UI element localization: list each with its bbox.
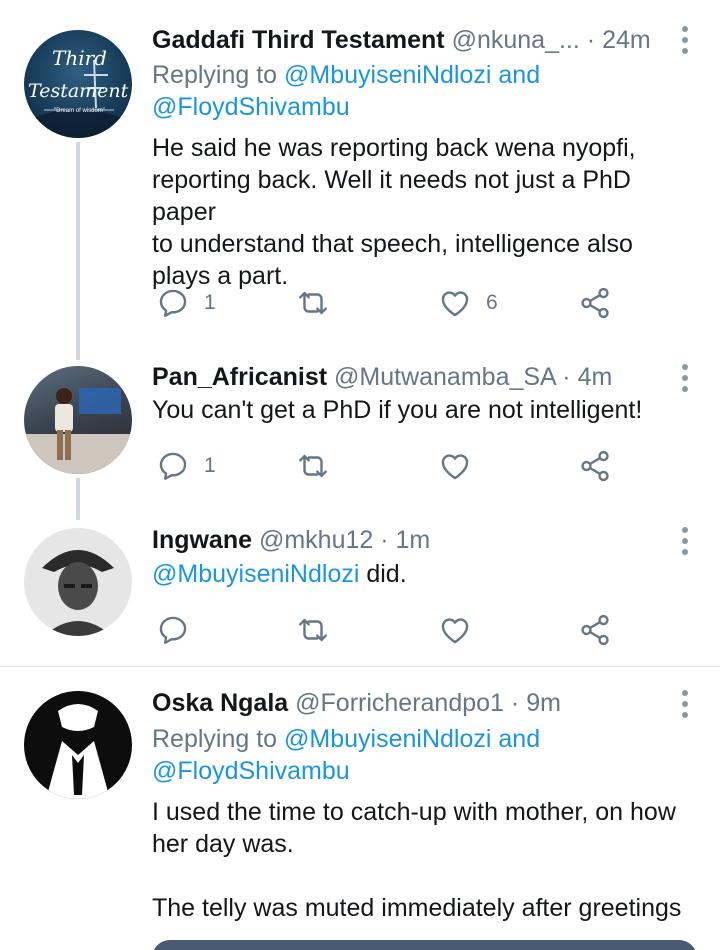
reply-button[interactable] <box>156 610 190 650</box>
like-icon <box>441 618 469 644</box>
replying-to: Replying to @MbuyiseniNdlozi and @FloydS… <box>152 59 540 123</box>
replying-to: Replying to @MbuyiseniNdlozi and @FloydS… <box>152 723 540 787</box>
more-options-icon[interactable] <box>680 26 690 59</box>
share-button[interactable] <box>578 610 612 650</box>
tweet-text-line: You can't get a PhD if you are not intel… <box>152 396 643 424</box>
display-name[interactable]: Gaddafi Third Testament <box>152 26 445 54</box>
timestamp[interactable]: · 24m <box>587 26 651 54</box>
tweet-text: I used the time to catch-up with mother,… <box>152 796 697 924</box>
display-name[interactable]: Ingwane <box>152 526 252 554</box>
reply-button[interactable]: 1 <box>156 446 216 486</box>
handle[interactable]: @nkuna_... <box>452 26 580 54</box>
replying-to-label: Replying to <box>152 725 278 753</box>
share-button[interactable] <box>578 283 612 323</box>
retweet-icon <box>299 454 327 478</box>
share-icon <box>581 287 609 319</box>
share-button[interactable] <box>578 446 612 486</box>
avatar-text-line2: Testament <box>28 80 129 102</box>
tweet-header: Ingwane @mkhu12 · 1m <box>152 525 660 555</box>
reply-icon <box>159 452 187 480</box>
reply-count: 1 <box>204 454 216 477</box>
tweet-header: Gaddafi Third Testament @nkuna_... · 24m <box>152 25 660 55</box>
mention-link[interactable]: @FloydShivambu <box>152 93 350 121</box>
timestamp[interactable]: · 1m <box>380 526 430 554</box>
like-icon <box>441 291 469 317</box>
tweet-text-line: reporting back. Well it needs not just a… <box>152 166 631 226</box>
tweet-text-line: to understand that speech, intelligence … <box>152 230 633 258</box>
share-icon <box>581 614 609 646</box>
share-icon <box>581 450 609 482</box>
more-options-icon[interactable] <box>680 527 690 560</box>
like-count: 6 <box>486 291 498 314</box>
avatar[interactable] <box>24 528 132 636</box>
tweet-actions: 1 <box>152 446 622 486</box>
like-button[interactable]: 6 <box>438 283 498 323</box>
mention-link[interactable]: @MbuyiseniNdlozi <box>284 725 491 753</box>
tweet-text-line: He said he was reporting back wena nyopf… <box>152 134 636 162</box>
mention-link[interactable]: @MbuyiseniNdlozi <box>152 560 359 588</box>
tweet-text: You can't get a PhD if you are not intel… <box>152 394 697 426</box>
display-name[interactable]: Pan_Africanist <box>152 363 327 391</box>
tweet-header: Pan_Africanist @Mutwanamba_SA · 4m <box>152 362 660 392</box>
retweet-button[interactable] <box>296 283 330 323</box>
avatar[interactable] <box>24 366 132 474</box>
avatar[interactable]: Third Testament "Dream of wisdom" <box>24 30 132 138</box>
tweet-media[interactable] <box>152 940 697 950</box>
handle[interactable]: @Forricherandpo1 <box>295 689 504 717</box>
tweet-text: @MbuyiseniNdlozi did. <box>152 558 697 590</box>
timestamp[interactable]: · 9m <box>511 689 561 717</box>
avatar-tagline: "Dream of wisdom" <box>54 108 105 114</box>
tweet-text-line: her day was. <box>152 830 294 858</box>
tweet-text-line <box>152 860 697 892</box>
tweet-text-line: I used the time to catch-up with mother,… <box>152 798 676 826</box>
display-name[interactable]: Oska Ngala <box>152 689 288 717</box>
avatar-image <box>24 388 132 474</box>
timestamp[interactable]: · 4m <box>562 363 612 391</box>
thread-line-2 <box>76 478 80 520</box>
tweet-actions: 1 6 <box>152 283 622 323</box>
avatar[interactable] <box>24 691 132 799</box>
reply-button[interactable]: 1 <box>156 283 216 323</box>
tweet-header: Oska Ngala @Forricherandpo1 · 9m <box>152 688 660 718</box>
reply-icon <box>159 616 187 644</box>
more-options-icon[interactable] <box>680 690 690 723</box>
tweet-text-line: The telly was muted immediately after gr… <box>152 894 682 922</box>
and-link[interactable]: and <box>498 725 540 753</box>
avatar-text-line1: Third <box>52 46 107 70</box>
retweet-icon <box>299 291 327 315</box>
mention-link[interactable]: @FloydShivambu <box>152 757 350 785</box>
thread-line-1 <box>76 142 80 360</box>
handle[interactable]: @Mutwanamba_SA <box>334 363 555 391</box>
retweet-button[interactable] <box>296 610 330 650</box>
more-options-icon[interactable] <box>680 364 690 397</box>
like-button[interactable] <box>438 446 472 486</box>
tweet-text: He said he was reporting back wena nyopf… <box>152 132 697 292</box>
reply-icon <box>159 289 187 317</box>
like-button[interactable] <box>438 610 472 650</box>
tweet-text-rest: did. <box>359 560 407 588</box>
reply-count: 1 <box>204 291 216 314</box>
replying-to-label: Replying to <box>152 61 278 89</box>
handle[interactable]: @mkhu12 <box>259 526 373 554</box>
like-icon <box>441 454 469 480</box>
retweet-icon <box>299 618 327 642</box>
avatar-image <box>46 704 110 799</box>
divider <box>0 666 720 667</box>
avatar-image <box>42 550 114 636</box>
tweet-actions <box>152 610 622 650</box>
retweet-button[interactable] <box>296 446 330 486</box>
mention-link[interactable]: @MbuyiseniNdlozi <box>284 61 491 89</box>
and-link[interactable]: and <box>498 61 540 89</box>
